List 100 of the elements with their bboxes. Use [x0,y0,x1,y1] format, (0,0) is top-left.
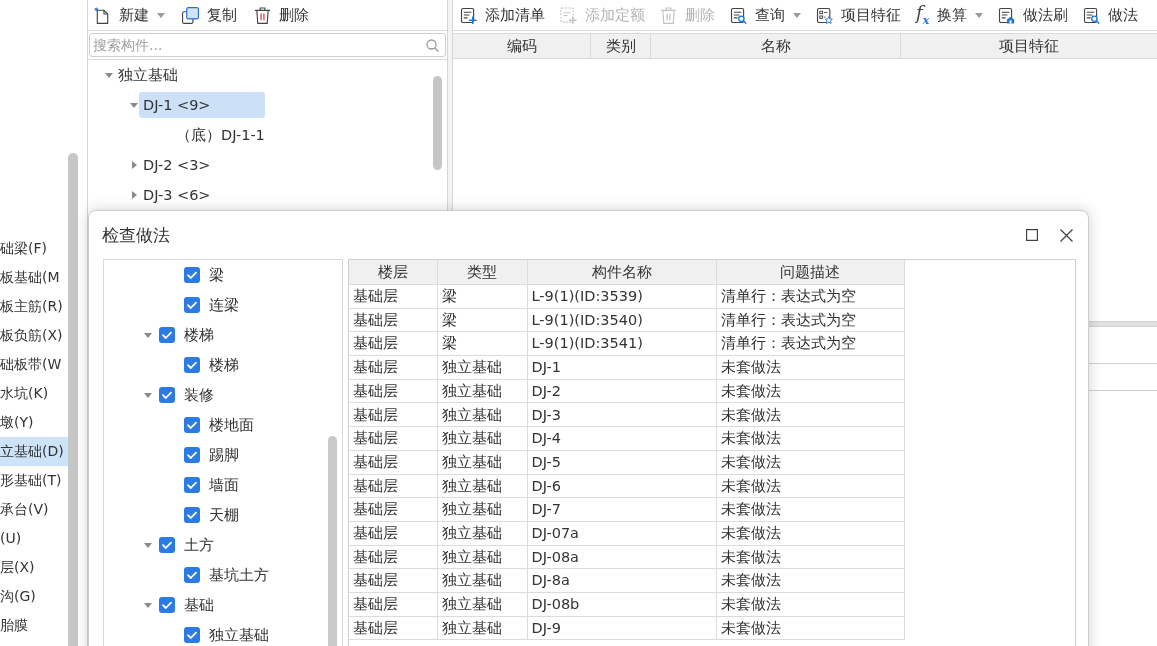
checkbox[interactable] [159,597,175,613]
tree-item[interactable]: DJ-2 <3> [139,152,215,178]
caret-icon[interactable] [105,72,113,78]
sidebar-item[interactable]: 板负筋(X) [0,321,68,350]
new-button[interactable]: 新建 [90,2,169,28]
caret-icon[interactable] [144,392,152,398]
table-cell: 基础层 [349,545,437,569]
checkbox[interactable] [184,507,200,523]
sidebar-item[interactable]: 胎膜 [0,611,68,640]
table-cell: 未套做法 [716,616,904,640]
caret-icon[interactable] [131,191,137,199]
table-cell: 独立基础 [437,379,527,403]
table-cell: DJ-6 [527,474,716,498]
table-cell: 独立基础 [437,568,527,593]
tree-item[interactable]: 楼地面 [209,415,254,435]
table-cell: 独立基础 [437,426,527,451]
search-icon[interactable] [426,39,439,52]
table-cell: 未套做法 [716,426,904,451]
tree-item[interactable]: 连梁 [209,295,239,315]
add-list-button[interactable]: 添加清单 [456,2,549,28]
checkbox[interactable] [159,387,175,403]
table-cell: L-9(1)(ID:3539) [527,284,716,309]
feature-button[interactable]: 项目特征 [812,2,905,28]
tree-item[interactable]: （底）DJ-1-1 [172,122,269,148]
sidebar-item[interactable]: 板基础(M [0,263,68,292]
table-cell: 梁 [437,284,527,309]
maximize-icon[interactable] [1026,229,1038,241]
tree-item[interactable]: 土方 [184,535,214,555]
close-icon[interactable] [1060,228,1073,242]
copy-button[interactable]: 复制 [178,2,241,28]
sidebar-item[interactable]: 础梁(F) [0,234,68,263]
sidebar-item[interactable]: 立基础(D) [0,437,68,466]
tree-item[interactable]: 装修 [184,385,214,405]
document-search-icon [1083,6,1101,24]
column-header: 编码 [453,34,591,58]
sidebar-item[interactable]: 形基础(T) [0,466,68,495]
copy-icon [182,6,199,24]
table-cell: 基础层 [349,426,437,451]
sidebar-item[interactable]: 承台(V) [0,495,68,524]
scrollbar[interactable] [328,436,337,646]
checkbox[interactable] [184,567,200,583]
table-cell: L-9(1)(ID:3540) [527,308,716,332]
tree-item[interactable]: 墙面 [209,475,239,495]
table-cell: 独立基础 [437,592,527,617]
table-cell: DJ-4 [527,426,716,451]
caret-icon[interactable] [144,332,152,338]
checkbox[interactable] [159,327,175,343]
tree-item[interactable]: 基础 [184,595,214,615]
caret-icon[interactable] [130,102,138,108]
brush-button[interactable]: 做法刷 [994,2,1073,28]
checkbox[interactable] [184,627,200,643]
sidebar-item[interactable]: 层(X) [0,553,68,582]
checkbox[interactable] [184,447,200,463]
column-header: 问题描述 [716,260,904,285]
tree-item[interactable]: DJ-1 <9> [139,92,265,118]
tree-item[interactable]: 独立基础 [114,62,182,88]
tree-item[interactable]: 楼梯 [209,355,239,375]
table-cell: 基础层 [349,402,437,427]
tree-item[interactable]: 基坑土方 [209,565,269,585]
scrollbar[interactable] [433,76,442,170]
table-cell: 独立基础 [437,355,527,380]
table-cell: 未套做法 [716,402,904,427]
column-header: 项目特征 [998,36,1060,56]
checkbox[interactable] [184,417,200,433]
sidebar-item[interactable]: 板主筋(R) [0,292,68,321]
tree-item[interactable]: 独立基础 [209,625,269,645]
caret-icon[interactable] [144,602,152,608]
checkbox[interactable] [184,357,200,373]
table-cell: 梁 [437,308,527,332]
delete-button[interactable]: 删除 [250,2,313,28]
tree-item[interactable]: 楼梯 [184,325,214,345]
checkbox[interactable] [184,267,200,283]
checkbox[interactable] [184,477,200,493]
tree-item[interactable]: 天棚 [209,505,239,525]
checkbox[interactable] [184,297,200,313]
sidebar-item[interactable]: 水坑(K) [0,379,68,408]
caret-icon[interactable] [975,12,984,18]
tree-item[interactable]: DJ-3 <6> [139,182,215,208]
scrollbar[interactable] [68,153,78,646]
query-button[interactable]: 查询 [726,2,805,28]
method-query-button[interactable]: 做法 [1079,2,1143,28]
table-cell: 梁 [437,331,527,356]
sidebar-item[interactable]: 沟(G) [0,582,68,611]
sidebar-item[interactable]: 础板带(W [0,350,68,379]
sidebar-item[interactable]: (U) [0,524,68,553]
table-cell: 未套做法 [716,474,904,498]
caret-icon[interactable] [157,12,165,18]
convert-button[interactable]: f$_{x}$ 换算 [912,2,988,28]
caret-icon[interactable] [144,542,152,548]
tree-item[interactable]: 梁 [209,265,224,285]
caret-icon[interactable] [131,161,137,169]
caret-icon[interactable] [793,12,801,18]
table-cell: 清单行：表达式为空 [716,331,904,356]
checkbox[interactable] [159,537,175,553]
tree-item[interactable]: 踢脚 [209,445,239,465]
table-cell: 基础层 [349,616,437,640]
search-field[interactable]: 搜索构件... [89,33,446,57]
table-cell: 清单行：表达式为空 [716,308,904,332]
sidebar-item[interactable]: 墩(Y) [0,408,68,437]
table-cell: 未套做法 [716,568,904,593]
